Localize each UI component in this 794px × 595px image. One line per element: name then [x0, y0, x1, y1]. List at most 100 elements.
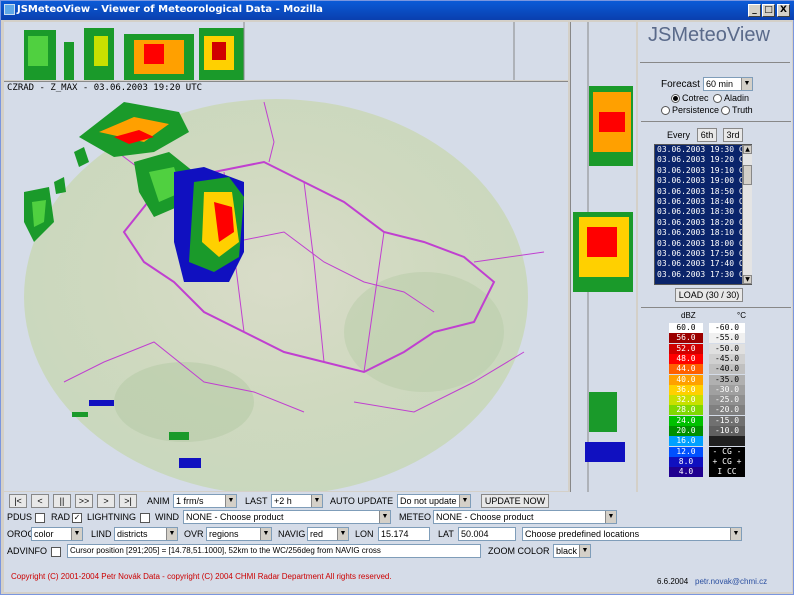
- chevron-down-icon: ▼: [337, 528, 348, 540]
- legend-temp-item: -15.0: [709, 415, 745, 426]
- playback-button[interactable]: >|: [119, 494, 137, 508]
- lightning-checkbox[interactable]: [140, 513, 150, 523]
- load-button[interactable]: LOAD (30 / 30): [675, 288, 743, 302]
- time-list-item[interactable]: 03.06.2003 18:40 CA: [655, 197, 751, 207]
- lind-select[interactable]: districts ▼: [114, 527, 178, 541]
- wind-product-select[interactable]: NONE - Choose product ▼: [183, 510, 391, 524]
- legend-dbz-item: 56.0: [669, 333, 703, 344]
- scroll-up-icon[interactable]: ▲: [743, 145, 752, 154]
- version-text: 6.6.2004: [657, 577, 689, 586]
- chevron-down-icon: ▼: [459, 495, 470, 507]
- chevron-down-icon: ▼: [260, 528, 271, 540]
- playback-button[interactable]: |<: [9, 494, 27, 508]
- anim-label: ANIM: [147, 496, 170, 506]
- time-list-item[interactable]: 03.06.2003 18:20 CA: [655, 218, 751, 228]
- radio-cotrec[interactable]: [671, 94, 680, 103]
- copyright-text: Copyright (C) 2001-2004 Petr Novák Data …: [11, 572, 392, 581]
- time-list-item[interactable]: 03.06.2003 19:20 CA: [655, 155, 751, 165]
- chevron-down-icon: ▼: [71, 528, 82, 540]
- author-email-link[interactable]: petr.novak@chmi.cz: [695, 577, 767, 586]
- time-list-item[interactable]: 03.06.2003 18:50 CA: [655, 187, 751, 197]
- update-now-button[interactable]: UPDATE NOW: [481, 494, 549, 508]
- window-title: JSMeteoView - Viewer of Meteorological D…: [17, 4, 323, 15]
- times-listbox[interactable]: 03.06.2003 19:30 CA 03.06.2003 19:20 CA 03…: [654, 144, 752, 285]
- legend-temp-item: I CC: [709, 467, 745, 478]
- meteo-product-select[interactable]: NONE - Choose product ▼: [433, 510, 617, 524]
- time-list-item[interactable]: 03.06.2003 17:30 CA: [655, 270, 751, 280]
- radio-aladin-label: Aladin: [724, 93, 750, 103]
- legend-temp-item: -50.0: [709, 343, 745, 354]
- legend-temp-item: -30.0: [709, 384, 745, 395]
- top-strip: [4, 22, 568, 80]
- time-list-item[interactable]: 03.06.2003 18:30 CA: [655, 207, 751, 217]
- scroll-thumb[interactable]: [743, 165, 752, 185]
- pdus-checkbox[interactable]: [35, 513, 45, 523]
- legend-temp-header: °C: [737, 311, 746, 320]
- minimize-button[interactable]: _: [748, 4, 761, 17]
- radio-cotrec-label: Cotrec: [682, 93, 709, 103]
- time-list-item[interactable]: 03.06.2003 18:10 CA: [655, 228, 751, 238]
- chevron-down-icon: ▼: [311, 495, 322, 507]
- ovr-select[interactable]: regions ▼: [206, 527, 272, 541]
- legend-temp-item: + CG +: [709, 456, 745, 467]
- radio-aladin[interactable]: [713, 94, 722, 103]
- divider: [641, 307, 791, 308]
- info-field[interactable]: Cursor position [291;205] = [14.78,51.10…: [67, 544, 481, 558]
- every-6th-button[interactable]: 6th: [697, 128, 717, 142]
- advinfo-label: ADVINFO: [7, 546, 48, 556]
- orog-select[interactable]: color ▼: [31, 527, 83, 541]
- legend-temp-item: [709, 436, 745, 447]
- lat-field[interactable]: 50.004: [458, 527, 516, 541]
- listbox-scrollbar[interactable]: ▲ ▼: [742, 145, 752, 284]
- top-radar-strip: [24, 22, 515, 80]
- location-select[interactable]: Choose predefined locations ▼: [522, 527, 742, 541]
- scroll-down-icon[interactable]: ▼: [743, 275, 752, 284]
- ovr-label: OVR: [184, 529, 204, 539]
- chevron-down-icon: ▼: [166, 528, 177, 540]
- legend-temp-item: - CG -: [709, 446, 745, 457]
- divider: [640, 62, 790, 63]
- close-button[interactable]: X: [777, 4, 790, 17]
- advinfo-checkbox[interactable]: [51, 547, 61, 557]
- times-list: 03.06.2003 19:30 CA 03.06.2003 19:20 CA 03…: [655, 145, 751, 280]
- auto-update-select[interactable]: Do not update ▼: [397, 494, 471, 508]
- radio-persistence[interactable]: [661, 106, 670, 115]
- time-list-item[interactable]: 03.06.2003 19:00 CA: [655, 176, 751, 186]
- playback-button[interactable]: >: [97, 494, 115, 508]
- legend-dbz-item: 32.0: [669, 395, 703, 406]
- lon-field[interactable]: 15.174: [378, 527, 430, 541]
- playback-button[interactable]: <: [31, 494, 49, 508]
- time-list-item[interactable]: 03.06.2003 17:50 CA: [655, 249, 751, 259]
- zoom-color-select[interactable]: black ▼: [553, 544, 591, 558]
- pdus-label: PDUS: [7, 512, 33, 522]
- legend-dbz-item: 16.0: [669, 436, 703, 447]
- rad-checkbox[interactable]: ✓: [72, 513, 82, 523]
- time-list-item[interactable]: 03.06.2003 18:00 CA: [655, 239, 751, 249]
- radio-truth[interactable]: [721, 106, 730, 115]
- time-list-item[interactable]: 03.06.2003 17:40 CA: [655, 259, 751, 269]
- app-icon: [4, 4, 15, 15]
- forecast-select[interactable]: 60 min ▼: [703, 77, 753, 91]
- time-list-item[interactable]: 03.06.2003 19:30 CA: [655, 145, 751, 155]
- anim-select[interactable]: 1 frm/s ▼: [173, 494, 237, 508]
- every-3rd-button[interactable]: 3rd: [723, 128, 743, 142]
- legend-temp-item: -55.0: [709, 333, 745, 344]
- playback-button[interactable]: ||: [53, 494, 71, 508]
- chevron-down-icon: ▼: [579, 545, 590, 557]
- rad-label: RAD: [51, 512, 71, 522]
- legend-dbz-item: 48.0: [669, 353, 703, 364]
- time-list-item[interactable]: 03.06.2003 19:10 CA: [655, 166, 751, 176]
- every-label: Every: [667, 130, 691, 140]
- legend-dbz-item: 44.0: [669, 364, 703, 375]
- legend-dbz-item: 60.0: [669, 323, 703, 333]
- radio-persistence-label: Persistence: [672, 105, 720, 115]
- forecast-label: Forecast: [661, 79, 700, 90]
- legend-temp-item: -40.0: [709, 364, 745, 375]
- maximize-button[interactable]: □: [762, 4, 775, 17]
- legend-dbz-item: 4.0: [669, 467, 703, 478]
- radar-map[interactable]: CZRAD - Z_MAX - 03.06.2003 19:20 UTC: [4, 81, 568, 491]
- navig-select[interactable]: red ▼: [307, 527, 349, 541]
- playback-button[interactable]: >>: [75, 494, 93, 508]
- lightning-label: LIGHTNING: [87, 512, 137, 522]
- last-select[interactable]: +2 h ▼: [271, 494, 323, 508]
